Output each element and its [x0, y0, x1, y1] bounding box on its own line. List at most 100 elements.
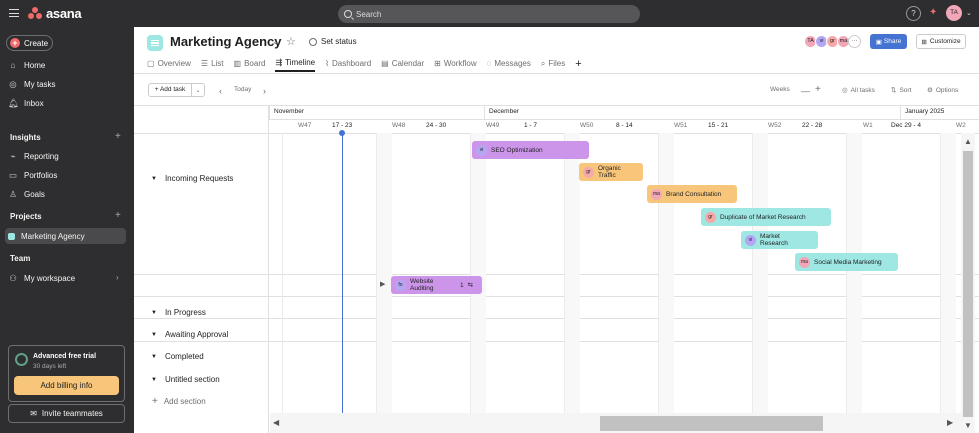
add-task-button[interactable]: + Add task ⌄	[148, 83, 205, 97]
filter-button[interactable]: ◎ All tasks	[842, 86, 875, 95]
task-bar-social-media-marketing[interactable]: ma Social Media Marketing	[795, 253, 898, 271]
add-task-label[interactable]: + Add task	[149, 84, 192, 96]
next-arrow-icon[interactable]: ›	[263, 86, 266, 96]
add-tab-icon[interactable]: +	[575, 57, 581, 70]
section-incoming-requests[interactable]: ▼ Incoming Requests	[151, 174, 233, 183]
tab-overview[interactable]: ▢ Overview	[147, 57, 191, 70]
scroll-down-arrow-icon[interactable]: ▼	[964, 421, 972, 430]
add-project-icon[interactable]: +	[115, 210, 121, 221]
zoom-in-icon[interactable]: +	[815, 84, 821, 95]
task-bar-website-auditing[interactable]: fo Website Auditing 1 ⇆	[391, 276, 482, 294]
avatar[interactable]: vi	[476, 144, 487, 156]
sidebar-item-label: Home	[24, 60, 46, 70]
chevron-down-icon[interactable]: ⌄	[966, 9, 972, 17]
user-avatar[interactable]: TA	[946, 5, 962, 21]
expand-subtasks-icon[interactable]: ▶	[380, 280, 385, 288]
section-completed[interactable]: ▼ Completed	[151, 352, 204, 361]
tab-calendar[interactable]: ▤ Calendar	[381, 57, 424, 70]
team-header[interactable]: Team	[10, 254, 30, 263]
set-status-button[interactable]: Set status	[309, 37, 357, 46]
sort-button[interactable]: ⇅ Sort	[891, 86, 912, 95]
avatar[interactable]: gr	[705, 211, 716, 223]
help-icon[interactable]: ?	[906, 6, 921, 21]
options-button[interactable]: ⚙ Options	[927, 86, 958, 95]
sidebar-item-reporting[interactable]: ⌁ Reporting	[8, 151, 58, 162]
sort-label: Sort	[899, 86, 912, 94]
zoom-out-icon[interactable]: —	[801, 86, 810, 96]
avatar[interactable]: fo	[395, 279, 406, 291]
tab-messages[interactable]: ◌ Messages	[487, 57, 531, 70]
tab-label: Messages	[494, 59, 531, 68]
customize-button[interactable]: ⊞ Customize	[916, 34, 966, 49]
sparkle-icon[interactable]: ✦	[929, 7, 937, 18]
tab-label: Files	[548, 59, 566, 68]
sidebar-item-inbox[interactable]: 🔔︎ Inbox	[8, 98, 44, 109]
add-section-button[interactable]: + Add section	[152, 396, 206, 407]
app-root: asana ? ✦ TA ⌄ + Create ⌂ Home ◎ My tasks …	[0, 0, 979, 433]
avatar[interactable]: gr	[583, 166, 594, 178]
scroll-left-arrow-icon[interactable]: ◀	[273, 418, 279, 427]
section-title: Untitled section	[164, 375, 220, 384]
grid-line	[752, 133, 753, 433]
tab-list[interactable]: ☰ List	[201, 57, 224, 70]
tab-files[interactable]: ⌕ Files	[541, 57, 565, 70]
member-avatars[interactable]: TA vi gr ma ···	[804, 35, 861, 48]
avatar[interactable]: ma	[651, 188, 662, 200]
share-button[interactable]: ▣ Share	[870, 34, 907, 49]
section-in-progress[interactable]: ▼ In Progress	[151, 308, 206, 317]
week-number: W1	[863, 122, 873, 129]
task-bar-seo-optimization[interactable]: vi SEO Optimization	[472, 141, 589, 159]
tab-divider	[134, 73, 979, 74]
task-bar-market-research[interactable]: vi Market Research	[741, 231, 818, 249]
search-input[interactable]	[356, 9, 616, 19]
tab-board[interactable]: ▥ Board	[234, 57, 266, 70]
scroll-up-arrow-icon[interactable]: ▲	[964, 137, 972, 146]
avatar[interactable]: ma	[799, 256, 810, 268]
sidebar-item-my-tasks[interactable]: ◎ My tasks	[8, 79, 55, 90]
mail-icon: ✉	[30, 409, 37, 418]
tab-label: Dashboard	[332, 59, 372, 68]
task-bar-organic-traffic[interactable]: gr Organic Traffic	[579, 163, 643, 181]
project-list-icon[interactable]	[147, 35, 163, 51]
sidebar-item-goals[interactable]: ♙ Goals	[8, 189, 45, 200]
triangle-down-icon[interactable]: ▼	[151, 377, 157, 383]
today-button[interactable]: Today	[234, 86, 251, 93]
sidebar-item-home[interactable]: ⌂ Home	[8, 60, 45, 70]
section-awaiting-approval[interactable]: ▼ Awaiting Approval	[151, 330, 228, 339]
more-members-icon[interactable]: ···	[848, 35, 861, 48]
search-bar[interactable]	[338, 5, 640, 23]
sort-icon: ⇅	[891, 87, 897, 94]
chevron-down-icon[interactable]: ⌄	[272, 37, 279, 46]
projects-header[interactable]: Projects	[10, 212, 42, 221]
previous-arrow-icon[interactable]: ‹	[219, 86, 222, 96]
asana-logo[interactable]: asana	[28, 5, 82, 21]
sidebar-item-portfolios[interactable]: ▭ Portfolios	[8, 170, 57, 181]
insights-header[interactable]: Insights	[10, 133, 41, 142]
avatar[interactable]: vi	[745, 234, 756, 246]
triangle-down-icon[interactable]: ▼	[151, 310, 157, 316]
add-insight-icon[interactable]: +	[115, 131, 121, 142]
hamburger-menu-icon[interactable]	[9, 9, 19, 17]
section-untitled[interactable]: ▼ Untitled section	[151, 375, 220, 384]
chevron-down-icon[interactable]: ⌄	[192, 87, 204, 94]
triangle-down-icon[interactable]: ▼	[151, 332, 157, 338]
create-button[interactable]: + Create	[6, 35, 53, 51]
triangle-down-icon[interactable]: ▼	[151, 354, 157, 360]
zoom-level-label[interactable]: Weeks	[770, 86, 790, 93]
vertical-scroll-thumb[interactable]	[963, 151, 973, 417]
page-title[interactable]: Marketing Agency	[170, 34, 282, 49]
sidebar-item-my-workspace[interactable]: ⚇ My workspace	[8, 273, 75, 284]
scroll-right-arrow-icon[interactable]: ▶	[947, 418, 953, 427]
sidebar-item-marketing-agency[interactable]: Marketing Agency	[8, 232, 85, 241]
star-icon[interactable]: ☆	[286, 35, 296, 48]
triangle-down-icon[interactable]: ▼	[151, 176, 157, 182]
task-bar-duplicate-market-research[interactable]: gr Duplicate of Market Research	[701, 208, 831, 226]
chevron-right-icon[interactable]: ›	[116, 273, 119, 282]
tab-timeline[interactable]: ⇶ Timeline	[275, 57, 316, 72]
tab-workflow[interactable]: ⊞ Workflow	[434, 57, 476, 70]
add-billing-info-button[interactable]: Add billing info	[14, 376, 119, 395]
tab-dashboard[interactable]: ⌇ Dashboard	[325, 57, 371, 70]
horizontal-scroll-thumb[interactable]	[600, 416, 823, 431]
task-bar-brand-consultation[interactable]: ma Brand Consultation	[647, 185, 737, 203]
invite-teammates-button[interactable]: ✉ Invite teammates	[8, 404, 125, 423]
